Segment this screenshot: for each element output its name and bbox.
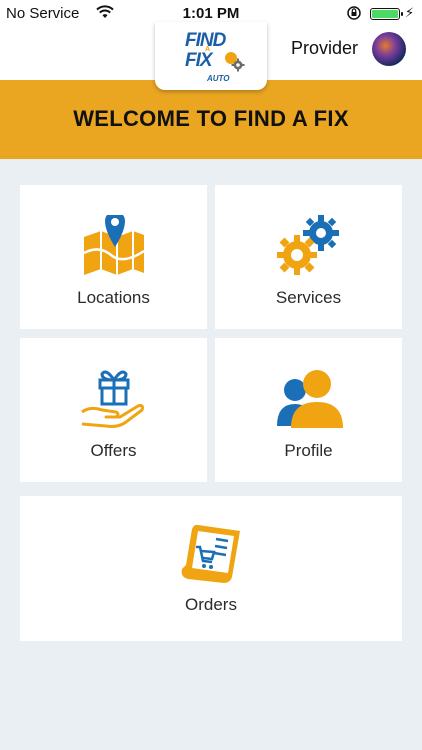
tile-locations[interactable]: Locations <box>20 185 207 329</box>
users-icon <box>275 364 345 433</box>
tile-offers-label: Offers <box>90 441 137 460</box>
tile-services[interactable]: Services <box>215 185 402 329</box>
welcome-banner: WELCOME TO FIND A FIX <box>0 80 422 159</box>
app-logo[interactable]: FIND A FIX AUTO <box>155 22 267 90</box>
tile-services-label: Services <box>275 288 342 307</box>
banner-title: WELCOME TO FIND A FIX <box>73 106 349 131</box>
tile-locations-label: Locations <box>77 288 150 307</box>
tile-orders-label: Orders <box>185 595 237 614</box>
logo-fix-text: FIX <box>185 50 213 71</box>
logo-gear-icon <box>223 50 245 77</box>
map-pin-icon <box>81 211 147 282</box>
cart-receipt-icon <box>178 521 244 590</box>
tile-offers[interactable]: Offers <box>20 338 207 482</box>
tile-profile-label: Profile <box>284 441 333 460</box>
gears-icon <box>275 213 343 282</box>
tile-profile[interactable]: Profile <box>215 338 402 482</box>
battery-icon <box>370 8 403 20</box>
gift-hand-icon <box>80 366 148 435</box>
charging-icon: ⚡ <box>405 5 415 20</box>
provider-label[interactable]: Provider <box>291 38 358 59</box>
avatar[interactable] <box>372 32 406 66</box>
tile-orders[interactable]: Orders <box>20 496 402 641</box>
rotation-lock-icon <box>346 5 362 25</box>
